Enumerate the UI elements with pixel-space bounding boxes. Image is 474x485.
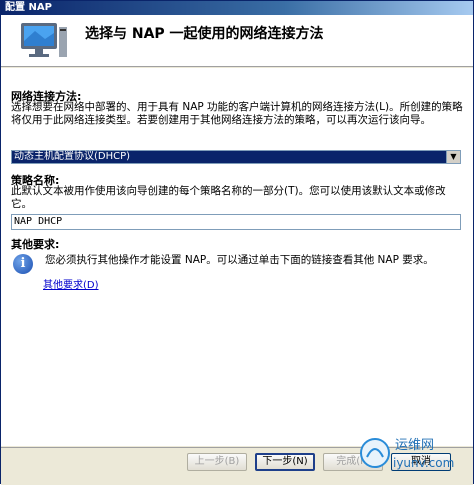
monitor-icon [21,23,67,57]
window-title: 配置 NAP [5,2,52,13]
wizard-header: 选择与 NAP 一起使用的网络连接方法 [1,15,473,67]
info-icon: i [13,254,33,274]
watermark-logo: 运维网 iyunv.com [360,438,454,470]
other-requirements-label: 其他要求: [11,238,60,251]
watermark-brand: 运维网 [395,438,434,453]
connection-method-value: 动态主机配置协议(DHCP) [14,151,131,162]
other-requirements-info: 您必须执行其他操作才能设置 NAP。可以通过单击下面的链接查看其他 NAP 要求… [45,254,434,266]
chevron-down-icon[interactable]: ▼ [446,151,460,163]
title-bar[interactable]: 配置 NAP [1,1,473,15]
back-button[interactable]: 上一步(B) [187,453,247,471]
wizard-body: 网络连接方法: 选择想要在网络中部署的、用于具有 NAP 功能的客户端计算机的网… [1,68,473,446]
policy-name-description: 此默认文本被用作使用该向导创建的每个策略名称的一部分(T)。您可以使用该默认文本… [11,185,446,210]
connection-method-select[interactable]: 动态主机配置协议(DHCP) ▼ [11,150,461,164]
policy-name-input[interactable]: NAP DHCP [11,214,461,230]
wizard-window: 配置 NAP 选择与 NAP 一起使用的网络连接方法 网络连接方法: 选择想要在… [0,0,474,485]
page-title: 选择与 NAP 一起使用的网络连接方法 [85,26,324,42]
next-button[interactable]: 下一步(N) [255,453,315,471]
connection-method-description: 选择想要在网络中部署的、用于具有 NAP 功能的客户端计算机的网络连接方法(L)… [11,101,463,126]
watermark-site: iyunv.com [393,456,454,470]
other-requirements-link[interactable]: 其他要求(D) [43,276,99,291]
